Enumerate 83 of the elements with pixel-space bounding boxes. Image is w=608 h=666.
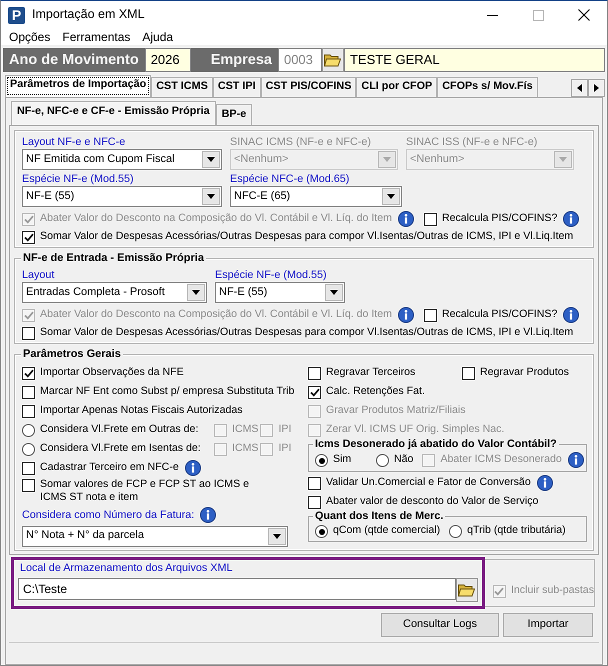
checkbox[interactable]: Cadastrar Terceiro em NFC-e	[22, 460, 179, 475]
checkbox[interactable]: Importar Observações da NFE	[22, 366, 184, 380]
checkbox[interactable]: Calc. Retenções Fat.	[308, 384, 425, 399]
dropdown[interactable]: Entradas Completa - Prosoft	[22, 282, 207, 304]
checkbox[interactable]: Regravar Terceiros	[308, 366, 416, 380]
arrow-left-icon[interactable]	[577, 84, 582, 92]
info-icon[interactable]	[184, 460, 201, 476]
company-name-field[interactable]: TESTE GERAL	[344, 48, 605, 72]
info-icon[interactable]	[563, 211, 580, 228]
tab[interactable]: CST IPI	[212, 77, 261, 98]
checkmark-icon	[494, 587, 504, 596]
tab[interactable]: CST ICMS	[151, 77, 213, 98]
field-label: Espécie NFC-e (Mod.65)	[230, 172, 350, 186]
field-label: Espécie NF-e (Mod.55)	[215, 268, 328, 282]
field-label: Layout NF-e e NFC-e	[22, 135, 126, 150]
app-logo: P	[8, 6, 25, 24]
checkbox[interactable]: Recalcula PIS/COFINS?	[424, 212, 558, 226]
radio-button[interactable]: Considera Vl.Frete em Outras de:	[22, 422, 198, 437]
section-title: NF-e de Entrada - Emissão Própria	[21, 251, 206, 266]
field-label: SINAC ISS (NF-e e NFC-e)	[406, 135, 538, 150]
path-field[interactable]: C:\Teste	[18, 578, 456, 600]
dropdown[interactable]: NF Emitida com Cupom Fiscal	[22, 149, 222, 170]
window-title: Importação em XML	[32, 7, 146, 23]
checkbox[interactable]: Somar Valor de Despesas Acessórias/Outras Despesas para compor Vl.Isentas/Outras de ICMS, IPI e Vl.Liq.Item	[22, 326, 574, 340]
radio-button[interactable]: qTrib (qtde tributária)	[449, 524, 566, 538]
group-title: Icms Desonerado já abatido do Valor Contábil?	[313, 437, 559, 452]
field-label: Ano de Movimento	[8, 50, 140, 70]
menu-item[interactable]: Opções	[3, 30, 56, 45]
caret-icon[interactable]	[207, 194, 215, 200]
field-label: Layout	[22, 268, 56, 282]
dropdown[interactable]: NF-E (55)	[215, 282, 345, 304]
caret-icon[interactable]	[273, 534, 281, 539]
radio-button[interactable]: Sim	[315, 453, 352, 468]
checkbox[interactable]: Regravar Produtos	[462, 366, 569, 380]
group-title: Quant dos Itens de Merc.	[313, 509, 446, 524]
tab[interactable]: CST PIS/COFINS	[260, 77, 356, 98]
folder-button[interactable]	[456, 578, 478, 602]
checkbox[interactable]: Marcar NF Ent como Subst p/ empresa Substituta Trib	[22, 384, 294, 399]
tab[interactable]: NF-e, NFC-e e CF-e - Emissão Própria	[11, 101, 216, 126]
checkmark-icon	[24, 311, 34, 320]
checkbox[interactable]: Importar Apenas Notas Fiscais Autorizadas	[22, 404, 243, 418]
radio-button[interactable]: Não	[376, 453, 414, 468]
tab[interactable]: Parâmetros de Importação	[5, 75, 152, 98]
checkbox[interactable]: Somar valores de FCP e FCP ST ao ICMS e ICMS ST nota e item	[22, 478, 272, 505]
close-icon[interactable]	[578, 9, 590, 21]
field-label: Considera como Número da Fatura:	[22, 508, 194, 522]
checkmark-icon	[310, 388, 320, 397]
maximize-icon	[532, 10, 544, 20]
tab[interactable]: CFOPs s/ Mov.Fís	[437, 77, 538, 98]
info-icon[interactable]	[200, 507, 216, 524]
radio-button[interactable]: qCom (qtde comercial)	[315, 524, 440, 538]
info-icon[interactable]	[563, 307, 580, 324]
menu-item[interactable]: Ajuda	[136, 30, 180, 45]
scroll-right-button[interactable]	[588, 79, 605, 98]
radio-button[interactable]: Considera Vl.Frete em Isentas de:	[22, 442, 201, 456]
field-label: SINAC ICMS (NF-e e NFC-e)	[230, 135, 372, 150]
caret-icon[interactable]	[387, 194, 395, 200]
tab[interactable]: BP-e	[216, 104, 252, 126]
year-field[interactable]: 2026	[144, 48, 191, 72]
button[interactable]: Consultar Logs	[381, 613, 499, 637]
info-icon[interactable]	[536, 474, 553, 491]
dropdown[interactable]: NFC-E (65)	[230, 186, 402, 208]
folder-button[interactable]	[322, 48, 344, 72]
checkmark-icon	[24, 368, 34, 378]
menu-item[interactable]: Ferramentas	[56, 30, 136, 45]
dropdown[interactable]: NF-E (55)	[22, 186, 222, 208]
caret-icon[interactable]	[330, 290, 338, 296]
dropdown[interactable]: N° Nota + N° da parcela	[22, 526, 288, 547]
field-label: Empresa	[210, 50, 273, 70]
tab[interactable]: CLI por CFOP	[356, 77, 438, 98]
checkbox[interactable]: Abater valor de desconto do Valor de Serviço	[308, 494, 538, 509]
caret-icon[interactable]	[192, 290, 200, 296]
arrow-right-icon[interactable]	[594, 84, 599, 92]
checkbox[interactable]: Somar Valor de Despesas Acessórias/Outras Despesas para compor Vl.Isentas/Outras de ICMS, IPI e Vl.Liq.Item	[22, 230, 574, 244]
company-code-field[interactable]: 0003	[278, 48, 322, 72]
caret-icon[interactable]	[207, 157, 215, 162]
section-title: Local de Armazenamento dos Arquivos XML	[18, 562, 234, 575]
minimize-icon[interactable]	[486, 14, 498, 16]
button[interactable]: Importar	[503, 613, 593, 637]
field-label: Espécie NF-e (Mod.55)	[22, 172, 135, 186]
scroll-left-button[interactable]	[571, 79, 588, 98]
checkbox[interactable]: Recalcula PIS/COFINS?	[424, 308, 558, 322]
checkbox[interactable]: Validar Un.Comercial e Fator de Conversão	[308, 476, 531, 490]
